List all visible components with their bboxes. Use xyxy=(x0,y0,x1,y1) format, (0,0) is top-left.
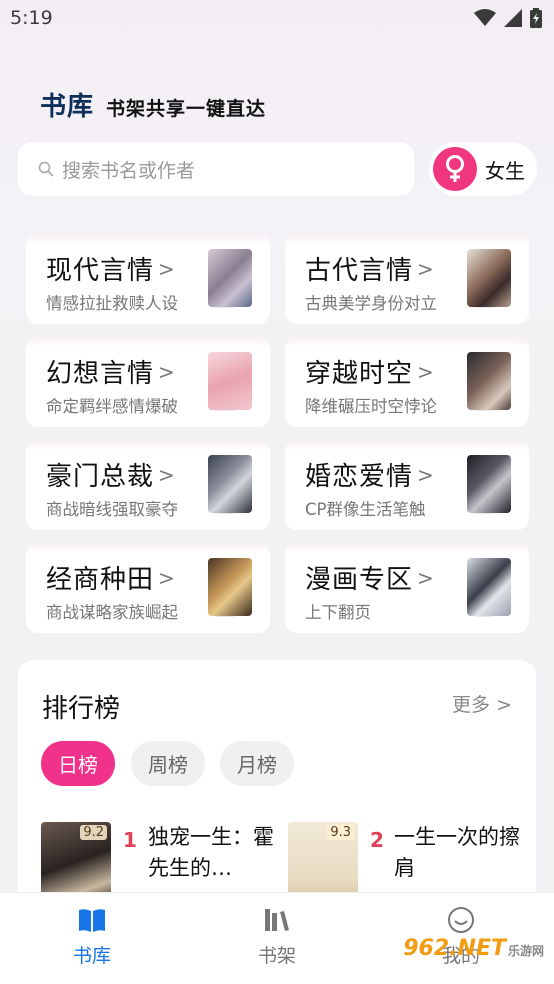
nav-bookshelf[interactable]: 书架 xyxy=(227,905,327,968)
book-rank-number: 1 xyxy=(123,828,137,852)
search-placeholder: 搜索书名或作者 xyxy=(62,159,196,182)
category-subtitle: 商战谋略家族崛起 xyxy=(46,603,178,622)
category-subtitle: CP群像生活笔触 xyxy=(305,500,426,519)
chevron-right-icon: > xyxy=(417,360,435,384)
category-subtitle: 命定羁绊感情爆破 xyxy=(46,397,178,416)
wifi-icon xyxy=(474,9,496,26)
book-cover-image xyxy=(208,455,252,513)
category-title: 漫画专区 > xyxy=(305,565,435,595)
search-input[interactable]: 搜索书名或作者 xyxy=(18,142,414,196)
status-time: 5:19 xyxy=(10,7,53,29)
category-card-marriage-love[interactable]: 婚恋爱情 > CP群像生活笔触 xyxy=(285,440,529,530)
category-title: 婚恋爱情 > xyxy=(305,462,435,492)
chevron-right-icon: > xyxy=(158,566,176,590)
tab-weekly[interactable]: 周榜 xyxy=(131,741,205,786)
book-cover-image: 9.3 xyxy=(288,822,358,902)
page-title: 书库 xyxy=(40,92,95,122)
category-card-time-travel[interactable]: 穿越时空 > 降维碾压时空悖论 xyxy=(285,337,529,427)
book-rank-number: 2 xyxy=(370,828,384,852)
book-cover-image xyxy=(467,352,511,410)
category-card-modern-romance[interactable]: 现代言情 > 情感拉扯救赎人设 xyxy=(26,234,270,324)
chevron-right-icon: > xyxy=(417,257,435,281)
book-cover-image xyxy=(467,249,511,307)
book-open-icon xyxy=(79,909,105,932)
category-subtitle: 古典美学身份对立 xyxy=(305,294,437,313)
book-score: 9.3 xyxy=(327,825,354,840)
nav-library[interactable]: 书库 xyxy=(42,905,142,968)
battery-icon xyxy=(530,8,542,28)
chevron-right-icon: > xyxy=(417,463,435,487)
book-cover-image xyxy=(208,558,252,616)
gender-label: 女生 xyxy=(485,158,525,183)
category-subtitle: 上下翻页 xyxy=(305,603,371,622)
chevron-right-icon: > xyxy=(417,566,435,590)
category-subtitle: 商战暗线强取豪夺 xyxy=(46,500,178,519)
status-bar: 5:19 xyxy=(0,0,554,36)
gender-toggle[interactable]: 女生 xyxy=(429,142,537,196)
category-title: 经商种田 > xyxy=(46,565,176,595)
page-header: 书库 书架共享一键直达 xyxy=(40,86,266,123)
signal-icon xyxy=(504,9,522,27)
category-title: 幻想言情 > xyxy=(46,359,176,389)
female-icon xyxy=(433,147,477,191)
book-cover-image xyxy=(208,352,252,410)
nav-label: 书库 xyxy=(72,945,111,967)
category-title: 穿越时空 > xyxy=(305,359,435,389)
category-subtitle: 情感拉扯救赎人设 xyxy=(46,294,178,313)
category-card-fantasy-romance[interactable]: 幻想言情 > 命定羁绊感情爆破 xyxy=(26,337,270,427)
category-card-ancient-romance[interactable]: 古代言情 > 古典美学身份对立 xyxy=(285,234,529,324)
book-cover-image xyxy=(467,558,511,616)
chevron-right-icon: > xyxy=(158,257,176,281)
book-title: 独宠一生：霍先生的… xyxy=(148,825,274,880)
bookshelf-icon xyxy=(265,909,289,931)
category-card-ceo[interactable]: 豪门总裁 > 商战暗线强取豪夺 xyxy=(26,440,270,530)
book-cover-image xyxy=(467,455,511,513)
book-cover-image: 9.2 xyxy=(41,822,111,902)
tab-daily[interactable]: 日榜 xyxy=(41,741,115,786)
category-card-business-farming[interactable]: 经商种田 > 商战谋略家族崛起 xyxy=(26,543,270,633)
category-title: 豪门总裁 > xyxy=(46,462,176,492)
search-icon xyxy=(38,161,54,177)
ranking-title: 排行榜 xyxy=(42,694,121,724)
page-subtitle: 书架共享一键直达 xyxy=(106,98,267,120)
smile-icon xyxy=(448,907,474,933)
status-icons xyxy=(474,8,542,28)
chevron-right-icon: > xyxy=(496,694,512,716)
book-title: 一生一次的擦肩 xyxy=(394,825,520,880)
category-subtitle: 降维碾压时空悖论 xyxy=(305,397,437,416)
nav-label: 书架 xyxy=(257,945,296,967)
tab-monthly[interactable]: 月榜 xyxy=(220,741,294,786)
category-title: 现代言情 > xyxy=(46,256,176,286)
book-score: 9.2 xyxy=(80,825,107,840)
book-cover-image xyxy=(208,249,252,307)
watermark-logo: 962.NET 乐游网 xyxy=(403,936,544,961)
ranking-more-link[interactable]: 更多 > xyxy=(452,690,512,717)
category-card-comics[interactable]: 漫画专区 > 上下翻页 xyxy=(285,543,529,633)
chevron-right-icon: > xyxy=(158,360,176,384)
category-title: 古代言情 > xyxy=(305,256,435,286)
chevron-right-icon: > xyxy=(158,463,176,487)
